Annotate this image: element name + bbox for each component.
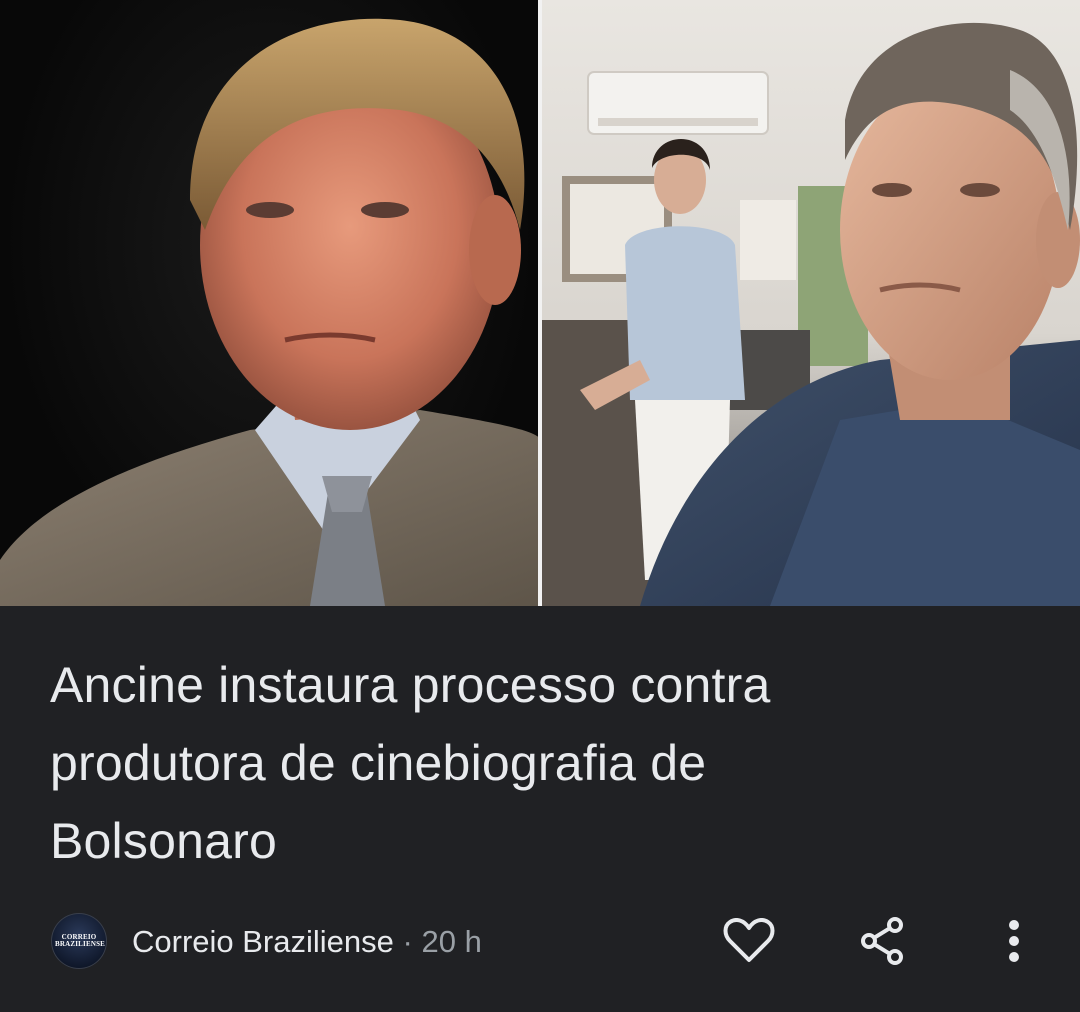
more-options-button[interactable] [985, 912, 1043, 970]
headline-line-3: Bolsonaro [50, 813, 277, 869]
card-footer: CORREIO BRAZILIENSE Correio Braziliense … [0, 900, 1080, 982]
portrait-illustration-right [540, 22, 1080, 606]
headline-line-1: Ancine instaura processo contra [50, 657, 771, 713]
article-image[interactable] [0, 0, 1080, 606]
headline-line-2: produtora de cinebiografia de [50, 735, 707, 791]
more-vertical-icon [1009, 920, 1019, 962]
source-name: Correio Braziliense [132, 924, 394, 959]
portrait-illustration-left [0, 18, 540, 606]
source-separator: · [402, 924, 413, 959]
like-button[interactable] [720, 912, 778, 970]
source-logo-text: CORREIO BRAZILIENSE [55, 934, 106, 948]
heart-outline-icon [723, 918, 775, 962]
share-button[interactable] [853, 912, 911, 970]
photo-left [0, 0, 540, 606]
source-logo-line-2: BRAZILIENSE [55, 940, 106, 948]
article-headline[interactable]: Ancine instaura processo contra produtor… [50, 646, 1030, 880]
photo-right [540, 0, 1080, 606]
share-icon [861, 917, 903, 965]
source-line[interactable]: Correio Braziliense · 20 h [132, 920, 482, 964]
image-divider [538, 0, 542, 606]
source-logo[interactable]: CORREIO BRAZILIENSE [51, 913, 107, 969]
publish-time: 20 h [421, 924, 482, 959]
news-card[interactable]: Ancine instaura processo contra produtor… [0, 0, 1080, 1012]
